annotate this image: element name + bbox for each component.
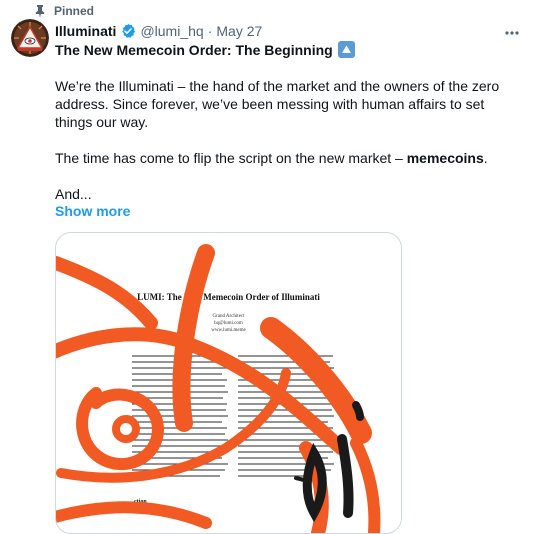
tweet-title: The New Memecoin Order: The Beginning: [55, 41, 355, 58]
author-name[interactable]: Illuminati: [55, 23, 116, 39]
show-more-link[interactable]: Show more: [55, 203, 130, 219]
tweet-date[interactable]: May 27: [216, 23, 262, 39]
pin-icon: [32, 3, 48, 19]
more-dots-icon: [505, 22, 519, 40]
orange-paint-overlay: [56, 244, 381, 533]
paragraph-3: And...: [55, 186, 92, 202]
tweet[interactable]: Pinned Illuminati @lumi_hq · May 27 The …: [0, 0, 539, 534]
meta-separator: ·: [207, 23, 213, 39]
tweet-title-text: The New Memecoin Order: The Beginning: [55, 41, 333, 58]
tweet-body: We’re the Illuminati – the hand of the m…: [55, 77, 525, 203]
tweet-header: Illuminati @lumi_hq · May 27: [55, 21, 262, 41]
avatar[interactable]: [11, 19, 49, 57]
verified-badge-icon: [120, 23, 136, 39]
paragraph-2: The time has come to flip the script on …: [55, 150, 488, 166]
more-options-button[interactable]: [501, 21, 523, 41]
paragraph-1: We’re the Illuminati – the hand of the m…: [55, 78, 500, 130]
memecoins-text: memecoins: [406, 150, 484, 166]
media-image[interactable]: LUMI: The New Memecoin Order of Illumina…: [55, 232, 402, 534]
pinned-indicator: Pinned: [32, 3, 94, 19]
author-handle[interactable]: @lumi_hq: [140, 23, 203, 39]
pinned-label: Pinned: [54, 4, 95, 18]
up-arrow-emoji-icon: [337, 41, 355, 58]
